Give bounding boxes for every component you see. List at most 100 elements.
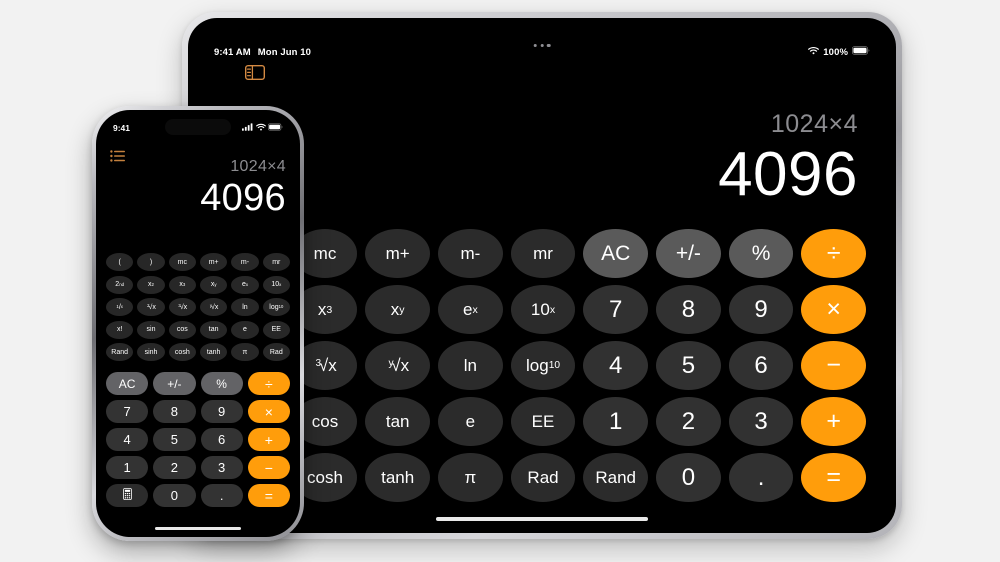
- key-add[interactable]: +: [801, 397, 867, 446]
- key-rand[interactable]: Rand: [106, 343, 134, 361]
- key-log10[interactable]: log 1 0: [510, 341, 576, 390]
- key-nth-root[interactable]: y √x: [199, 298, 228, 316]
- key-tan[interactable]: tan: [365, 397, 431, 446]
- key-m-minus[interactable]: m-: [438, 229, 503, 278]
- key-reciprocal[interactable]: 1/x: [106, 298, 134, 316]
- key-3[interactable]: 3: [200, 456, 243, 479]
- keypad-row: )mcm+m-mrAC+/-%÷: [220, 229, 867, 278]
- key-open-paren[interactable]: (: [106, 253, 134, 271]
- key-decimal[interactable]: .: [200, 484, 243, 507]
- key-2[interactable]: 2: [656, 397, 721, 446]
- keypad-row: sincostaneEE123+: [220, 397, 867, 446]
- key-7[interactable]: 7: [583, 285, 649, 334]
- key-4[interactable]: 4: [106, 428, 149, 451]
- key-plus-minus[interactable]: +/-: [153, 372, 196, 395]
- iphone-expression: 1024×4: [230, 158, 286, 175]
- battery-icon: [852, 46, 870, 58]
- key-5[interactable]: 5: [153, 428, 196, 451]
- key-x-power-y[interactable]: xy: [199, 275, 228, 294]
- key-3[interactable]: 3: [728, 397, 794, 446]
- key-tanh[interactable]: tanh: [365, 453, 431, 502]
- key-6[interactable]: 6: [200, 428, 243, 451]
- key-close-paren[interactable]: ): [137, 253, 165, 271]
- key-decimal[interactable]: .: [728, 453, 794, 502]
- key-divide[interactable]: ÷: [247, 372, 290, 395]
- key-add[interactable]: +: [247, 428, 290, 451]
- key-rad[interactable]: Rad: [510, 453, 576, 502]
- key-ln[interactable]: ln: [438, 341, 503, 390]
- key-9[interactable]: 9: [728, 285, 794, 334]
- key-0[interactable]: 0: [656, 453, 721, 502]
- keypad-row: 0. =: [106, 484, 290, 507]
- key-mr[interactable]: mr: [510, 229, 576, 278]
- key-7[interactable]: 7: [106, 400, 149, 423]
- key-e[interactable]: e: [231, 320, 259, 339]
- key-1[interactable]: 1: [106, 456, 149, 479]
- key-calculator-mode[interactable]: [106, 484, 149, 507]
- keypad-row: () mc m+ m-mr: [106, 253, 290, 271]
- key-e-power-x[interactable]: ex: [438, 285, 503, 334]
- key-x-cubed[interactable]: x3: [168, 275, 196, 294]
- key-2[interactable]: 2: [153, 456, 196, 479]
- key-tanh[interactable]: tanh: [199, 343, 228, 361]
- key-multiply[interactable]: ×: [247, 400, 290, 423]
- key-cos[interactable]: cos: [168, 320, 196, 339]
- key-multiply[interactable]: ×: [801, 285, 867, 334]
- sidebar-toggle-icon[interactable]: [244, 64, 266, 81]
- key-8[interactable]: 8: [153, 400, 196, 423]
- key-x-squared[interactable]: x2: [137, 275, 165, 294]
- ipad-home-indicator[interactable]: [436, 516, 648, 521]
- key-square-root[interactable]: 2√x: [137, 298, 165, 316]
- key-cosh[interactable]: cosh: [168, 343, 196, 361]
- ipad-expression: 1024×4: [770, 110, 858, 138]
- key-ten-power-x[interactable]: 10 x: [510, 285, 576, 334]
- key-equals[interactable]: =: [801, 453, 867, 502]
- keypad-row: sinhcoshtanhπRadRand0.=: [220, 453, 867, 502]
- key-percent[interactable]: %: [200, 372, 243, 395]
- key-pi[interactable]: π: [231, 343, 259, 361]
- key-ten-power-x[interactable]: 10 x: [262, 275, 290, 294]
- key-percent[interactable]: %: [728, 229, 794, 278]
- key-1[interactable]: 1: [583, 397, 649, 446]
- key-rad[interactable]: Rad: [262, 343, 290, 361]
- ipad-result: 4096: [718, 140, 858, 209]
- key-ac[interactable]: AC: [583, 229, 649, 278]
- calculator-icon: [122, 488, 132, 503]
- key-8[interactable]: 8: [656, 285, 721, 334]
- key-subtract[interactable]: −: [247, 456, 290, 479]
- iphone-home-indicator[interactable]: [155, 526, 241, 530]
- key-second[interactable]: 2nd: [106, 275, 134, 294]
- ipad-status-bar: 9:41 AM Mon Jun 10 100%: [188, 44, 896, 60]
- key-m-minus[interactable]: m-: [231, 253, 259, 271]
- key-subtract[interactable]: −: [801, 341, 867, 390]
- key-factorial[interactable]: x!: [106, 320, 134, 339]
- iphone-status-bar: 9:41: [96, 121, 300, 134]
- key-cube-root[interactable]: 3 √x: [168, 298, 196, 316]
- key-divide[interactable]: ÷: [801, 229, 867, 278]
- key-e[interactable]: e: [438, 397, 503, 446]
- key-mr[interactable]: mr: [262, 253, 290, 271]
- key-m-plus[interactable]: m+: [365, 229, 431, 278]
- key-x-power-y[interactable]: xy: [365, 285, 431, 334]
- key-sinh[interactable]: sinh: [137, 343, 165, 361]
- key-plus-minus[interactable]: +/-: [656, 229, 721, 278]
- key-nth-root[interactable]: y √x: [365, 341, 431, 390]
- key-e-power-x[interactable]: ex: [231, 275, 259, 294]
- key-9[interactable]: 9: [200, 400, 243, 423]
- key-0[interactable]: 0: [153, 484, 196, 507]
- key-6[interactable]: 6: [728, 341, 794, 390]
- key-tan[interactable]: tan: [199, 320, 228, 339]
- key-ee[interactable]: EE: [262, 320, 290, 339]
- key-log10[interactable]: log 1 0: [262, 298, 290, 316]
- key-ac[interactable]: AC: [106, 372, 149, 395]
- key-mc[interactable]: mc: [168, 253, 196, 271]
- key-m-plus[interactable]: m+: [199, 253, 228, 271]
- key-sin[interactable]: sin: [137, 320, 165, 339]
- key-equals[interactable]: =: [247, 484, 290, 507]
- key-ln[interactable]: ln: [231, 298, 259, 316]
- key-pi[interactable]: π: [438, 453, 503, 502]
- key-5[interactable]: 5: [656, 341, 721, 390]
- key-ee[interactable]: EE: [510, 397, 576, 446]
- key-rand[interactable]: Rand: [583, 453, 649, 502]
- key-4[interactable]: 4: [583, 341, 649, 390]
